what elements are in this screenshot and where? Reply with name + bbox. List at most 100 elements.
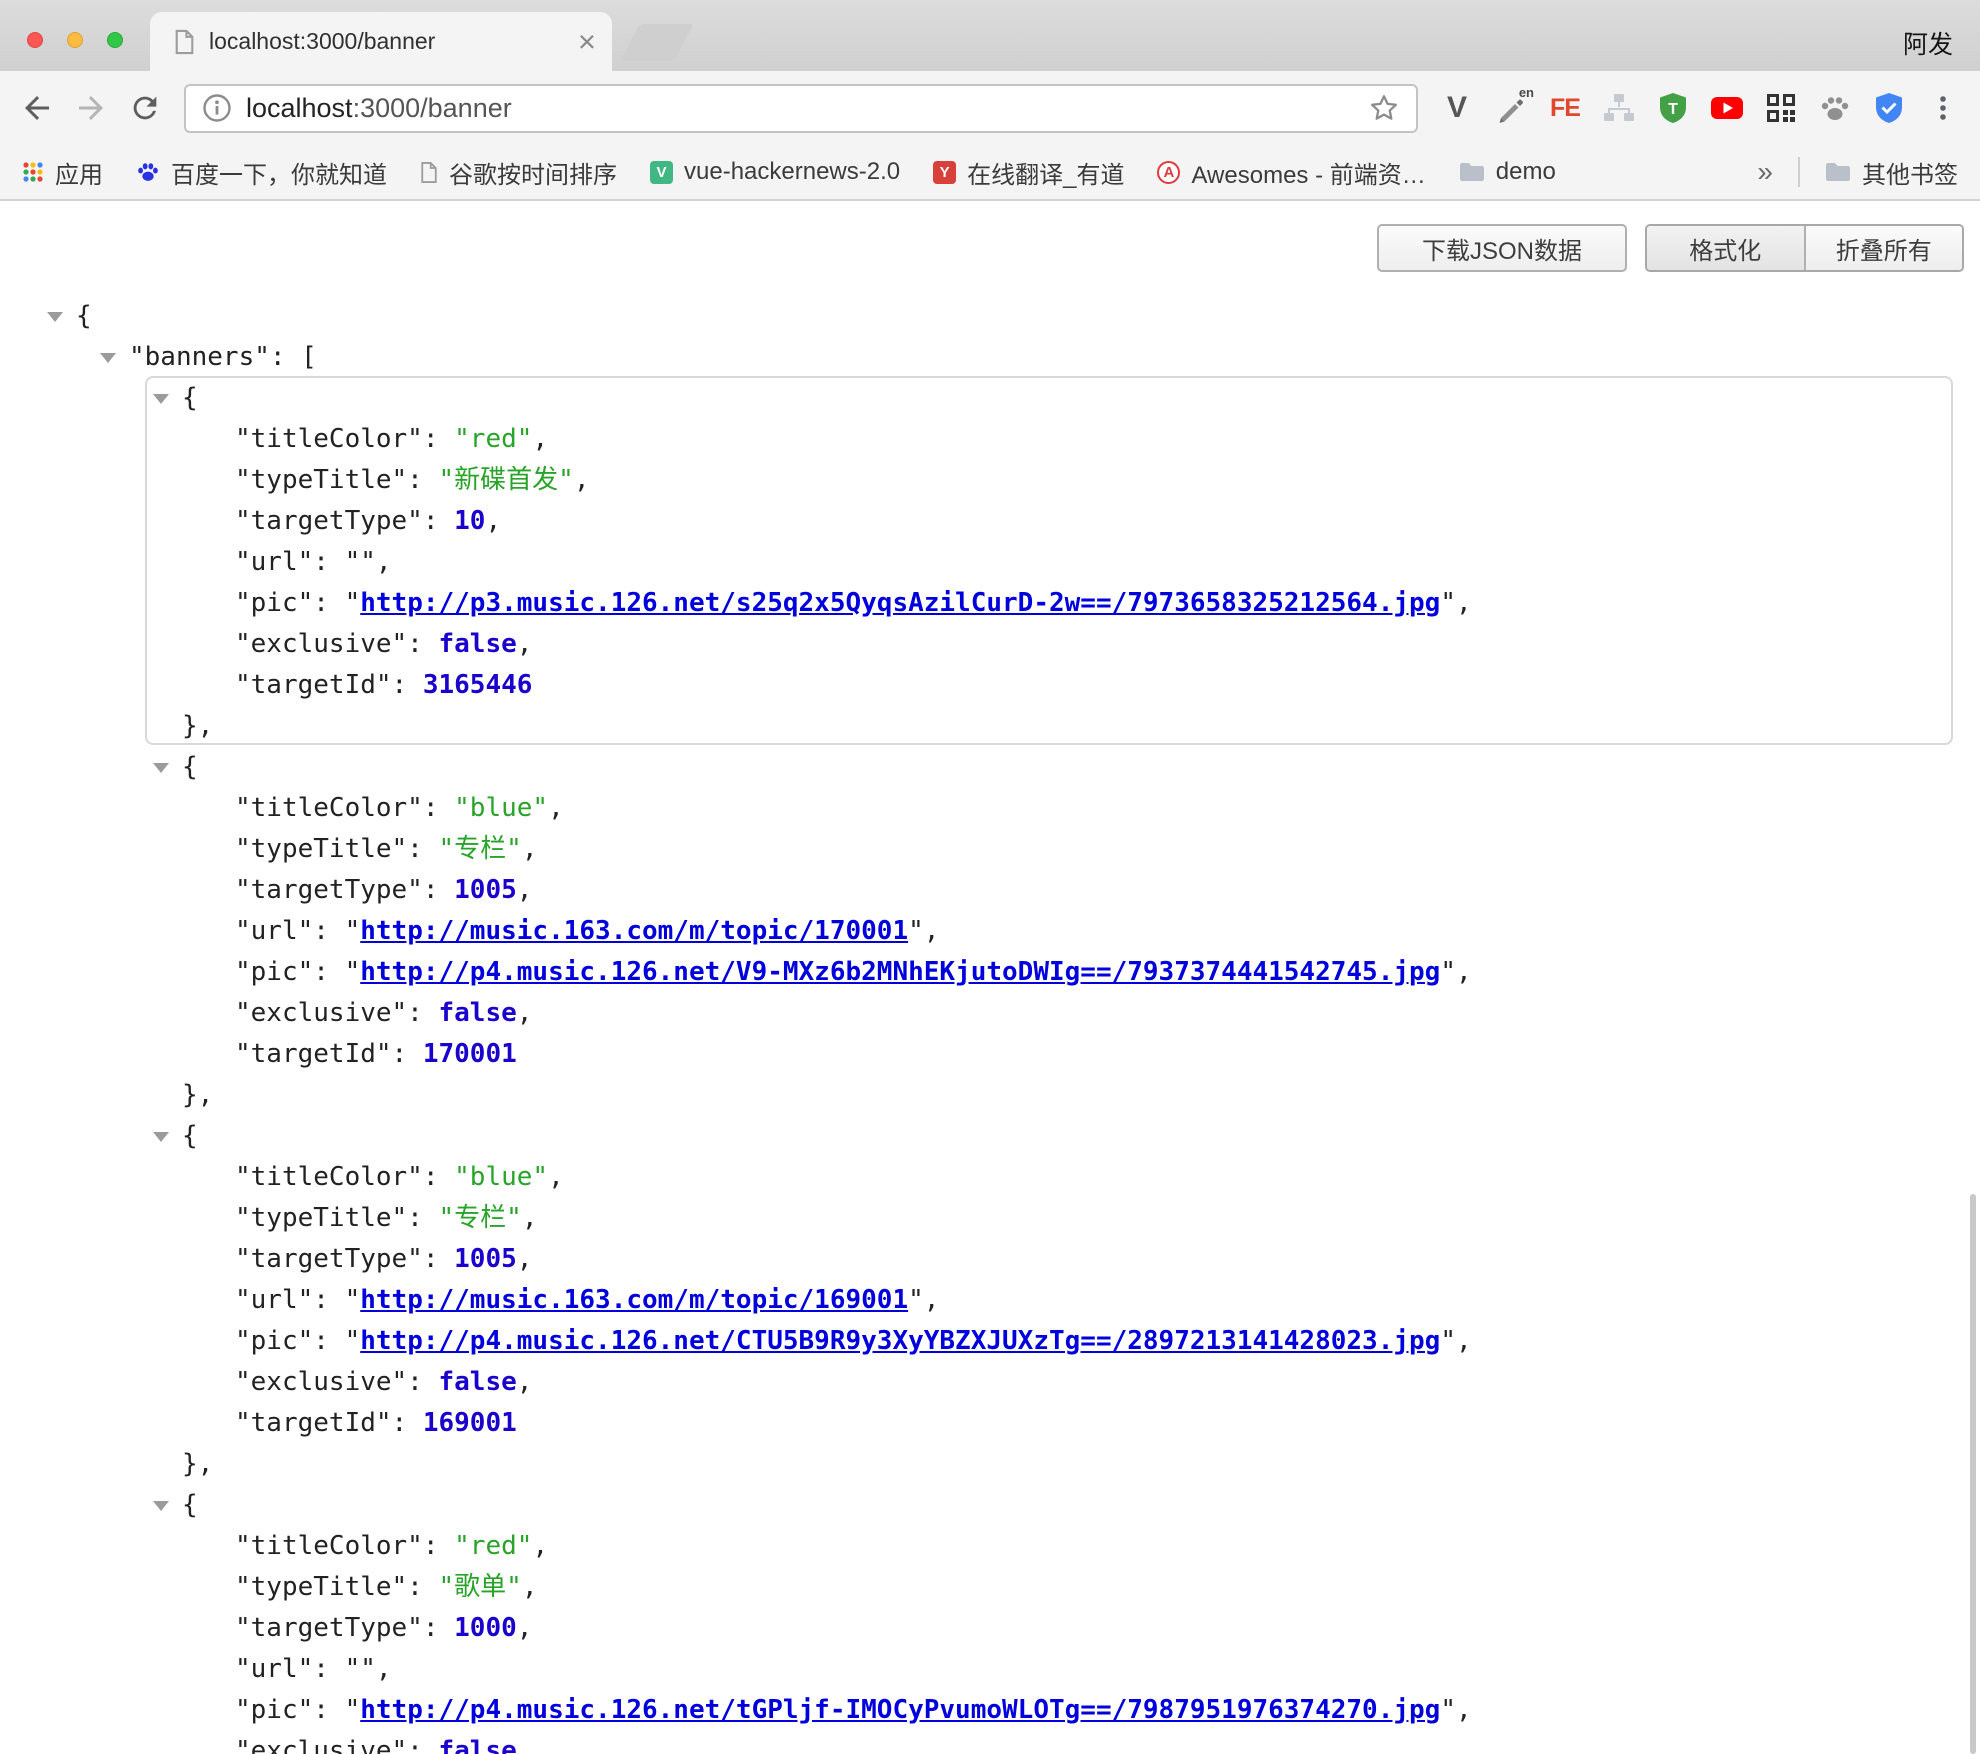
extension-shield-check-icon[interactable] <box>1862 81 1916 135</box>
reload-button[interactable] <box>118 81 172 135</box>
json-line: "exclusive": false, <box>0 993 1980 1034</box>
profile-name[interactable]: 阿发 <box>1903 25 1953 61</box>
json-line: "targetType": 1005, <box>0 1239 1980 1280</box>
json-text: "exclusive": <box>235 998 439 1028</box>
json-text: 1005 <box>454 875 517 905</box>
collapse-toggle-icon[interactable] <box>47 312 63 322</box>
json-text: " <box>345 1326 361 1356</box>
json-text: , <box>517 1736 533 1754</box>
json-text: 1005 <box>454 1244 517 1274</box>
collapse-toggle-icon[interactable] <box>100 353 116 363</box>
json-text: " <box>345 916 361 946</box>
json-text: false <box>439 1367 517 1397</box>
json-text: "blue" <box>454 793 548 823</box>
bookmark-apps[interactable]: 应用 <box>22 155 103 190</box>
tab-close-icon[interactable]: × <box>578 26 596 57</box>
json-text: ", <box>908 1285 939 1315</box>
back-arrow-icon <box>19 90 55 126</box>
svg-text:T: T <box>1668 101 1678 118</box>
json-line: "exclusive": false, <box>0 1362 1980 1403</box>
collapse-toggle-icon[interactable] <box>153 763 169 773</box>
tab-strip: localhost:3000/banner × 阿发 <box>0 0 1980 71</box>
bookmark-label: vue-hackernews-2.0 <box>684 158 900 186</box>
json-text: , <box>517 875 533 905</box>
json-line: "typeTitle": "歌单", <box>0 1567 1980 1608</box>
json-link[interactable]: http://p4.music.126.net/V9-MXz6b2MNhEKju… <box>360 957 1440 987</box>
download-json-button[interactable]: 下载JSON数据 <box>1377 224 1627 272</box>
forward-arrow-icon <box>73 90 109 126</box>
collapse-all-button[interactable]: 折叠所有 <box>1804 226 1963 270</box>
window-close-button[interactable] <box>27 32 43 48</box>
json-text: "targetType": <box>235 1244 454 1274</box>
back-button[interactable] <box>10 81 64 135</box>
extension-vimium-icon[interactable]: V <box>1430 81 1484 135</box>
json-text: ", <box>1440 1695 1471 1725</box>
bookmarks-divider <box>1798 157 1800 187</box>
extension-dictionary-icon[interactable]: en <box>1484 81 1538 135</box>
document-icon <box>420 161 438 184</box>
json-text: "pic": <box>235 588 345 618</box>
bookmark-label: 应用 <box>55 155 103 190</box>
json-line: { <box>0 747 1980 788</box>
json-text: , <box>517 1367 533 1397</box>
active-tab[interactable]: localhost:3000/banner × <box>150 12 612 71</box>
json-text: , <box>522 1203 538 1233</box>
collapse-toggle-icon[interactable] <box>153 394 169 404</box>
extension-paw-icon[interactable] <box>1808 81 1862 135</box>
bookmarks-overflow-chevron[interactable]: » <box>1757 156 1773 188</box>
address-bar[interactable]: localhost:3000/banner <box>184 84 1418 133</box>
json-text: "targetType": <box>235 875 454 905</box>
json-block: {"titleColor": "blue","typeTitle": "专栏",… <box>0 747 1980 1754</box>
bookmark-folder-demo[interactable]: demo <box>1459 158 1556 186</box>
json-link[interactable]: http://music.163.com/m/topic/169001 <box>360 1285 908 1315</box>
json-line: "targetType": 1000, <box>0 1608 1980 1649</box>
extension-qrcode-icon[interactable] <box>1754 81 1808 135</box>
folder-icon <box>1825 161 1851 183</box>
bookmark-awesomes[interactable]: A Awesomes - 前端资… <box>1157 155 1425 190</box>
json-text: { <box>182 383 198 413</box>
window-zoom-button[interactable] <box>107 32 123 48</box>
json-text: "typeTitle": <box>235 1572 439 1602</box>
json-text: "targetType": <box>235 1613 454 1643</box>
bookmark-vue-hackernews[interactable]: V vue-hackernews-2.0 <box>650 158 900 186</box>
json-block: {"banners": [ <box>0 296 1980 378</box>
scrollbar-thumb[interactable] <box>1970 1194 1976 1754</box>
extension-fehelper-icon[interactable]: FE <box>1538 81 1592 135</box>
collapse-toggle-icon[interactable] <box>153 1132 169 1142</box>
json-line: "pic": "http://p4.music.126.net/V9-MXz6b… <box>0 952 1980 993</box>
bookmark-youdao[interactable]: Y 在线翻译_有道 <box>933 155 1124 190</box>
json-text: , <box>517 1244 533 1274</box>
bookmark-google-sort[interactable]: 谷歌按时间排序 <box>420 155 617 190</box>
page-info-icon[interactable] <box>202 93 232 123</box>
json-text: "titleColor": <box>235 1162 454 1192</box>
json-text: { <box>182 1490 198 1520</box>
json-line: "titleColor": "red", <box>0 419 1980 460</box>
folder-icon <box>1459 161 1485 183</box>
json-line: "url": "http://music.163.com/m/topic/170… <box>0 911 1980 952</box>
toolbar: localhost:3000/banner V en FE T <box>0 71 1980 145</box>
reload-icon <box>128 91 162 125</box>
json-link[interactable]: http://music.163.com/m/topic/170001 <box>360 916 908 946</box>
extension-youtube-icon[interactable] <box>1700 81 1754 135</box>
json-text: 1000 <box>454 1613 517 1643</box>
json-link[interactable]: http://p4.music.126.net/tGPljf-IMOCyPvum… <box>360 1695 1440 1725</box>
json-text: , <box>522 834 538 864</box>
bookmark-label: 在线翻译_有道 <box>967 155 1124 190</box>
window-minimize-button[interactable] <box>67 32 83 48</box>
bookmark-star-icon[interactable] <box>1368 92 1400 124</box>
youdao-icon: Y <box>933 161 956 184</box>
collapse-toggle-icon[interactable] <box>153 1501 169 1511</box>
chrome-menu-icon[interactable] <box>1916 81 1970 135</box>
extension-shield-t-icon[interactable]: T <box>1646 81 1700 135</box>
forward-button[interactable] <box>64 81 118 135</box>
extension-sitemap-icon[interactable] <box>1592 81 1646 135</box>
json-text: , <box>574 465 590 495</box>
format-button[interactable]: 格式化 <box>1647 226 1804 270</box>
bookmark-baidu[interactable]: 百度一下，你就知道 <box>136 155 387 190</box>
bookmark-other-folder[interactable]: 其他书签 <box>1825 155 1958 190</box>
json-link[interactable]: http://p4.music.126.net/CTU5B9R9y3XyYBZX… <box>360 1326 1440 1356</box>
new-tab-button[interactable] <box>620 24 694 61</box>
json-link[interactable]: http://p3.music.126.net/s25q2x5QyqsAzilC… <box>360 588 1440 618</box>
json-line: { <box>0 1116 1980 1157</box>
json-text: false <box>439 1736 517 1754</box>
